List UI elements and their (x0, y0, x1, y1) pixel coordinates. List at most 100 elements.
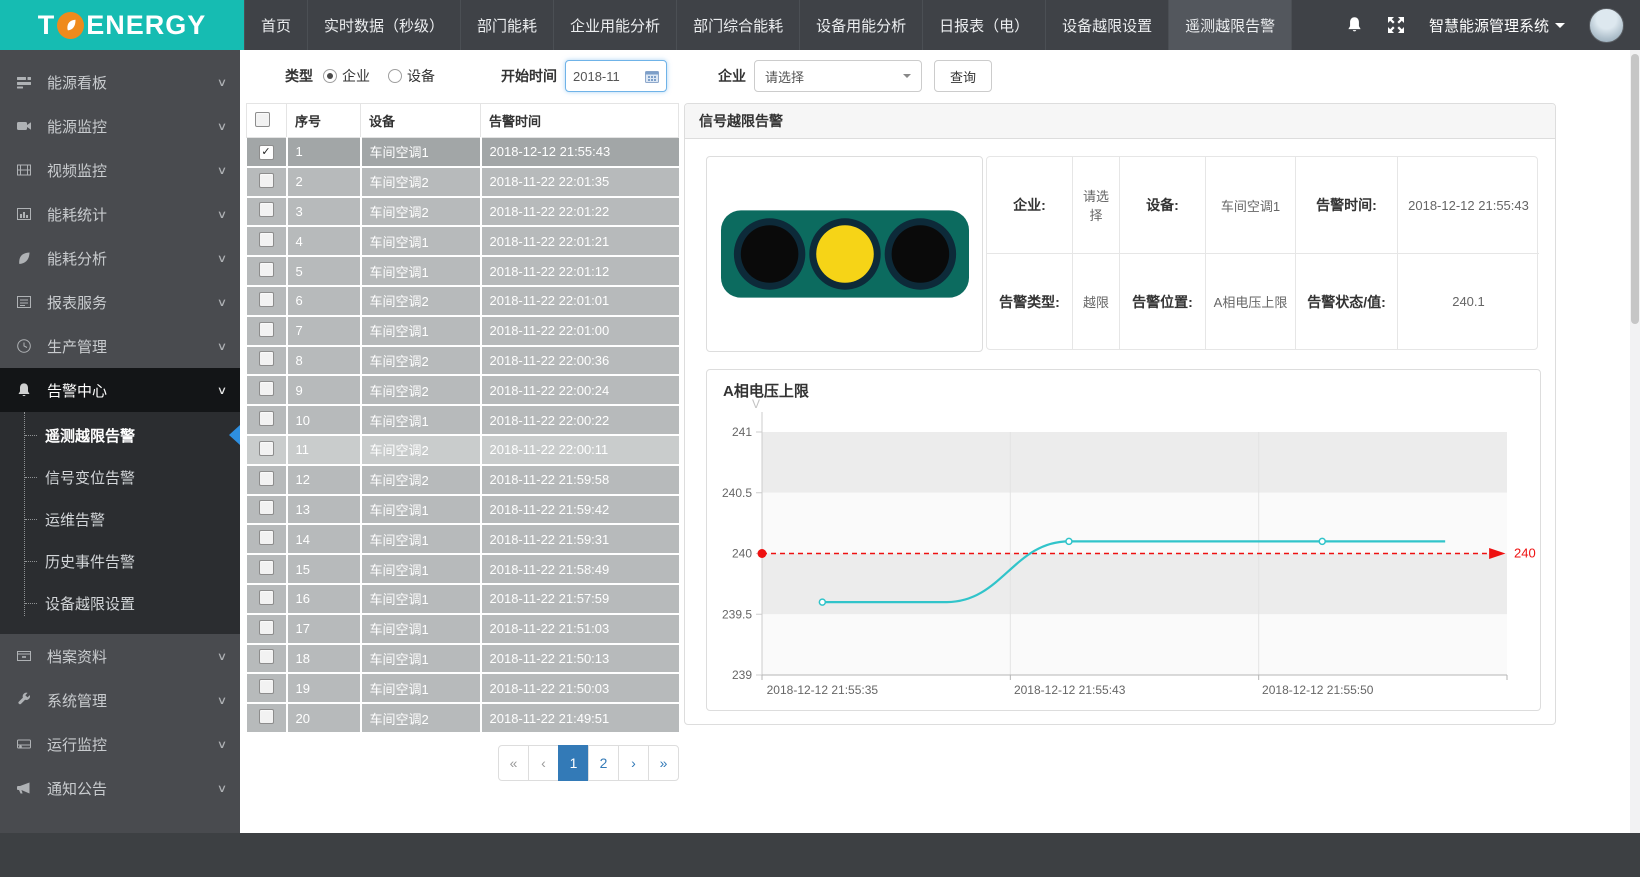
table-row[interactable]: 11车间空调22018-11-22 22:00:11 (247, 435, 679, 465)
page-button[interactable]: 1 (558, 745, 589, 781)
cell-device: 车间空调1 (361, 673, 481, 703)
fullscreen-icon[interactable] (1387, 16, 1405, 34)
sidebar-item-megaphone[interactable]: 通知公告∨ (0, 766, 240, 810)
radio-device[interactable]: 设备 (388, 66, 435, 86)
row-checkbox[interactable] (259, 411, 274, 426)
avatar[interactable] (1589, 8, 1624, 43)
table-row[interactable]: 9车间空调22018-11-22 22:00:24 (247, 375, 679, 405)
select-all-checkbox[interactable] (255, 112, 270, 127)
row-checkbox[interactable] (259, 620, 274, 635)
sidebar-item-archive[interactable]: 档案资料∨ (0, 634, 240, 678)
page-button[interactable]: 2 (588, 745, 619, 781)
top-nav-item[interactable]: 遥测越限告警 (1168, 0, 1292, 50)
top-nav-item[interactable]: 首页 (244, 0, 307, 50)
row-checkbox[interactable] (259, 173, 274, 188)
top-nav-item[interactable]: 设备用能分析 (799, 0, 922, 50)
table-row[interactable]: 2车间空调22018-11-22 22:01:35 (247, 167, 679, 197)
table-row[interactable]: 14车间空调12018-11-22 21:59:31 (247, 524, 679, 554)
page-button[interactable]: ‹ (528, 745, 559, 781)
enterprise-label: 企业 (718, 66, 746, 86)
system-title-dropdown[interactable]: 智慧能源管理系统 (1429, 15, 1565, 36)
top-nav-item[interactable]: 企业用能分析 (553, 0, 676, 50)
table-row[interactable]: 18车间空调12018-11-22 21:50:13 (247, 644, 679, 674)
cell-device: 车间空调1 (361, 316, 481, 346)
table-row[interactable]: 5车间空调12018-11-22 22:01:12 (247, 256, 679, 286)
sidebar-item-wrench[interactable]: 系统管理∨ (0, 678, 240, 722)
sidebar-item-bell[interactable]: 告警中心∨ (0, 368, 240, 412)
signal-alarm-panel: 信号越限告警 企业:请选择设备:车间空调1告警时间:2018-12-12 21:… (684, 103, 1556, 725)
sidebar-item-clock[interactable]: 生产管理∨ (0, 324, 240, 368)
voltage-chart-panel: A相电压上限 241240.5240239.52392018-12-12 21:… (706, 369, 1541, 711)
table-row[interactable]: 6车间空调22018-11-22 22:01:01 (247, 286, 679, 316)
notification-bell-icon[interactable] (1346, 16, 1363, 35)
page-button[interactable]: » (648, 745, 679, 781)
table-row[interactable]: 19车间空调12018-11-22 21:50:03 (247, 673, 679, 703)
row-checkbox[interactable] (259, 322, 274, 337)
row-checkbox[interactable] (259, 560, 274, 575)
row-checkbox[interactable] (259, 500, 274, 515)
sidebar-item-camera[interactable]: 能源监控∨ (0, 104, 240, 148)
row-checkbox[interactable] (259, 351, 274, 366)
row-checkbox[interactable] (259, 709, 274, 724)
sidebar-subitem[interactable]: 历史事件告警 (0, 540, 240, 582)
detail-value: 车间空调1 (1205, 157, 1295, 253)
page-button[interactable]: « (498, 745, 529, 781)
row-checkbox[interactable] (259, 441, 274, 456)
scrollbar-thumb[interactable] (1631, 54, 1639, 324)
sidebar-subitem[interactable]: 设备越限设置 (0, 582, 240, 624)
sidebar-subitem[interactable]: 遥测越限告警 (0, 414, 240, 456)
table-row[interactable]: 12车间空调22018-11-22 21:59:58 (247, 465, 679, 495)
cell-device: 车间空调1 (361, 584, 481, 614)
table-row[interactable]: 16车间空调12018-11-22 21:57:59 (247, 584, 679, 614)
row-checkbox[interactable] (259, 292, 274, 307)
sidebar-subitem[interactable]: 运维告警 (0, 498, 240, 540)
detail-label: 告警类型: (987, 253, 1072, 349)
table-row[interactable]: 13车间空调12018-11-22 21:59:42 (247, 495, 679, 525)
sidebar-item-dashboard[interactable]: 能源看板∨ (0, 60, 240, 104)
sidebar-item-bar-chart[interactable]: 能耗统计∨ (0, 192, 240, 236)
radio-icon (388, 69, 402, 83)
row-checkbox[interactable] (259, 649, 274, 664)
table-row[interactable]: 3车间空调22018-11-22 22:01:22 (247, 197, 679, 227)
chevron-down-icon: ∨ (217, 296, 227, 309)
top-nav-item[interactable]: 部门综合能耗 (676, 0, 799, 50)
top-nav-item[interactable]: 设备越限设置 (1045, 0, 1168, 50)
row-checkbox[interactable]: ✓ (259, 145, 274, 160)
start-time-input[interactable]: 2018-11 (565, 60, 667, 92)
radio-enterprise[interactable]: 企业 (323, 66, 370, 86)
sidebar-item-leaf[interactable]: 能耗分析∨ (0, 236, 240, 280)
top-nav-item[interactable]: 部门能耗 (460, 0, 553, 50)
top-nav-item[interactable]: 日报表（电） (922, 0, 1045, 50)
table-row[interactable]: 15车间空调12018-11-22 21:58:49 (247, 554, 679, 584)
app-logo: T ENERGY (0, 0, 244, 50)
table-row[interactable]: 10车间空调12018-11-22 22:00:22 (247, 405, 679, 435)
sidebar-item-film[interactable]: 视频监控∨ (0, 148, 240, 192)
row-checkbox[interactable] (259, 530, 274, 545)
row-checkbox[interactable] (259, 232, 274, 247)
sidebar-subitem[interactable]: 信号变位告警 (0, 456, 240, 498)
cell-time: 2018-11-22 21:57:59 (481, 584, 679, 614)
top-nav-item[interactable]: 实时数据（秒级） (307, 0, 460, 50)
row-checkbox[interactable] (259, 590, 274, 605)
table-row[interactable]: 7车间空调12018-11-22 22:01:00 (247, 316, 679, 346)
row-checkbox[interactable] (259, 202, 274, 217)
filter-bar: 类型 企业 设备 开始时间 2018-11 企业 请选择 查询 (240, 50, 1640, 102)
row-checkbox[interactable] (259, 381, 274, 396)
sidebar-item-report[interactable]: 报表服务∨ (0, 280, 240, 324)
sidebar-item-server[interactable]: 运行监控∨ (0, 722, 240, 766)
megaphone-icon (16, 780, 36, 796)
table-row[interactable]: 17车间空调12018-11-22 21:51:03 (247, 614, 679, 644)
row-checkbox[interactable] (259, 471, 274, 486)
voltage-line-chart: 241240.5240239.52392018-12-12 21:55:3520… (707, 370, 1540, 710)
leaf-icon (16, 250, 36, 266)
table-row[interactable]: 4车间空调12018-11-22 22:01:21 (247, 226, 679, 256)
row-checkbox[interactable] (259, 679, 274, 694)
row-checkbox[interactable] (259, 262, 274, 277)
query-button[interactable]: 查询 (934, 60, 992, 92)
table-row[interactable]: 20车间空调22018-11-22 21:49:51 (247, 703, 679, 733)
table-row[interactable]: ✓1车间空调12018-12-12 21:55:43 (247, 138, 679, 167)
enterprise-select[interactable]: 请选择 (754, 60, 922, 92)
table-row[interactable]: 8车间空调22018-11-22 22:00:36 (247, 346, 679, 376)
page-button[interactable]: › (618, 745, 649, 781)
vertical-scrollbar[interactable] (1630, 50, 1640, 833)
